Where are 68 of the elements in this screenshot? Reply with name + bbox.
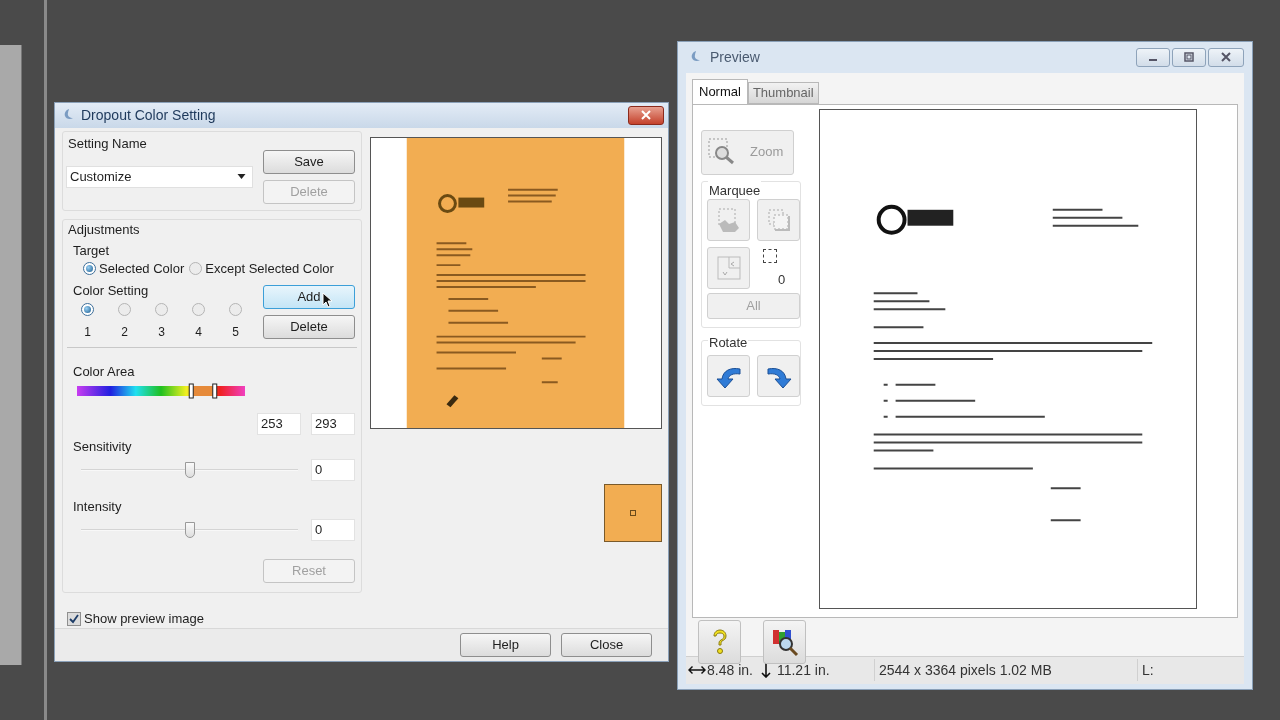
slider-thumb[interactable] xyxy=(184,521,195,538)
marquee-size-icon xyxy=(714,253,743,282)
status-text: 11.21 in. xyxy=(776,660,830,680)
radio-button[interactable] xyxy=(189,262,203,276)
close-icon xyxy=(1221,52,1231,63)
radio-label: Selected Color xyxy=(99,259,185,278)
field-label: Intensity xyxy=(73,497,122,516)
close-icon xyxy=(641,110,651,121)
button[interactable]: Add xyxy=(263,284,355,309)
image-info-button[interactable] xyxy=(763,619,806,664)
radio-button[interactable] xyxy=(155,302,168,316)
dropdown[interactable]: Customize xyxy=(66,165,253,188)
input-field[interactable]: 0 xyxy=(311,518,355,541)
tab[interactable]: Normal xyxy=(692,78,748,104)
range-handle[interactable] xyxy=(212,383,218,399)
input-field[interactable]: 253 xyxy=(257,412,301,435)
height-arrow-icon xyxy=(759,662,772,679)
caret-icon xyxy=(237,174,246,180)
checkbox[interactable] xyxy=(67,611,81,626)
radio-button[interactable] xyxy=(192,302,205,316)
field-label: Target xyxy=(73,241,110,260)
radio-button[interactable] xyxy=(81,302,94,316)
button[interactable]: Close xyxy=(561,633,652,658)
rotate-left-button[interactable] xyxy=(707,354,750,397)
radio-label: 4 xyxy=(195,323,202,341)
marquee-count: 0 xyxy=(778,270,786,289)
width-arrow-icon xyxy=(688,664,706,677)
status-text: L: xyxy=(1142,660,1154,680)
input-field[interactable]: 0 xyxy=(311,458,355,481)
checkbox-label: Show preview image xyxy=(84,609,204,628)
minimize-button[interactable] xyxy=(1136,47,1170,67)
sample-marker xyxy=(630,509,636,516)
magnifier-icon xyxy=(708,138,736,167)
maximize-button[interactable] xyxy=(1172,47,1206,67)
radio-label: 2 xyxy=(121,323,128,341)
dropdown-value: Customize xyxy=(70,168,133,187)
radio-button[interactable] xyxy=(83,262,96,276)
check-icon xyxy=(69,613,79,624)
radio-label: 5 xyxy=(232,323,239,341)
field-label: Color Setting xyxy=(73,281,149,300)
field-label: Color Area xyxy=(73,362,135,381)
button[interactable]: Save xyxy=(263,149,355,174)
maximize-icon xyxy=(1184,52,1194,63)
group-label: Adjustments xyxy=(68,220,140,239)
input-field[interactable]: 293 xyxy=(311,412,355,435)
rotate-right-button[interactable] xyxy=(757,354,800,397)
radio-label: 3 xyxy=(158,323,165,341)
slider-thumb[interactable] xyxy=(184,461,195,478)
window-title: Preview xyxy=(710,47,760,67)
group-label: Marquee xyxy=(708,180,762,201)
marquee-icon xyxy=(763,248,777,263)
minimize-icon xyxy=(1149,59,1157,62)
radio-button[interactable] xyxy=(118,302,131,316)
radio-button[interactable] xyxy=(229,302,242,316)
button[interactable]: Help xyxy=(460,633,551,658)
button[interactable]: Delete xyxy=(263,314,355,339)
field-label: Sensitivity xyxy=(73,437,132,456)
tab[interactable]: Thumbnail xyxy=(747,81,819,104)
status-text: 2544 x 3364 pixels 1.02 MB xyxy=(879,660,1053,680)
group-label: Setting Name xyxy=(68,134,147,153)
close-button[interactable] xyxy=(628,105,664,125)
status-text: 8.48 in. xyxy=(707,660,753,680)
close-button[interactable] xyxy=(1208,47,1244,67)
radio-label: Except Selected Color xyxy=(205,259,334,278)
cursor-icon xyxy=(322,292,332,308)
radio-label: 1 xyxy=(84,323,91,341)
range-handle[interactable] xyxy=(188,383,194,399)
window-title: Dropout Color Setting xyxy=(81,105,216,125)
